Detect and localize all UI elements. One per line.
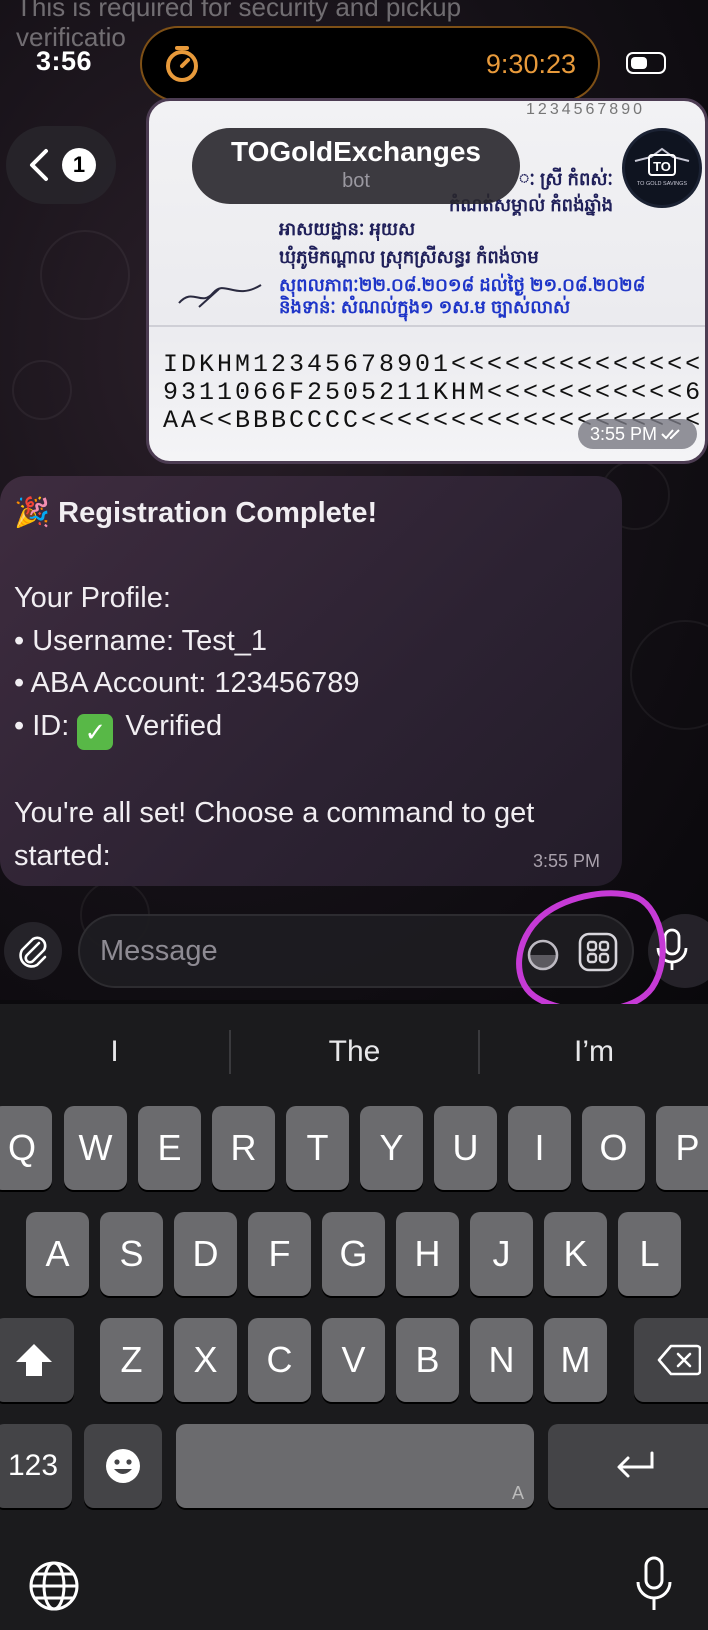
- check-mark-icon: ✓: [77, 713, 114, 750]
- globe-icon[interactable]: [28, 1560, 80, 1612]
- message-input-field[interactable]: [78, 914, 634, 988]
- avatar-text: TO: [653, 159, 671, 174]
- shift-arrow-icon: [16, 1344, 52, 1376]
- backspace-key[interactable]: [634, 1318, 708, 1402]
- key-l[interactable]: L: [618, 1212, 681, 1296]
- suggestion-item[interactable]: I: [0, 1004, 229, 1100]
- id-card-divider: [149, 325, 705, 327]
- timestamp-text: 3:55 PM: [589, 423, 657, 444]
- stopwatch-icon: [166, 46, 198, 82]
- key-m[interactable]: M: [544, 1318, 607, 1402]
- chat-title-name: TOGoldExchanges: [231, 136, 481, 167]
- suggestion-item[interactable]: The: [231, 1004, 478, 1100]
- party-popper-icon: 🎉: [14, 497, 51, 529]
- bot-avatar[interactable]: TO TO GOLD SAVINGS: [622, 128, 702, 208]
- space-key-hint: A: [511, 1483, 524, 1503]
- id-prefix: • ID:: [14, 709, 70, 742]
- heading-text: Registration Complete!: [58, 497, 378, 529]
- id-status-line: • ID: ✓ Verified: [14, 705, 608, 750]
- chat-subtitle: bot: [342, 170, 370, 192]
- backspace-icon: [657, 1344, 701, 1376]
- message-input[interactable]: [100, 916, 500, 986]
- key-h[interactable]: H: [396, 1212, 459, 1296]
- key-b[interactable]: B: [396, 1318, 459, 1402]
- paperclip-icon: [19, 936, 47, 968]
- key-i[interactable]: I: [508, 1106, 571, 1190]
- keyboard: I The I’m Q W E R T Y U I O P A S D F G …: [0, 1004, 708, 1630]
- key-w[interactable]: W: [64, 1106, 127, 1190]
- dictation-microphone-icon[interactable]: [634, 1556, 674, 1612]
- timer-time: 9:30:23: [485, 49, 576, 79]
- double-check-icon: [661, 429, 680, 440]
- background-doodle: [12, 360, 72, 420]
- attach-button[interactable]: [4, 922, 62, 980]
- key-u[interactable]: U: [434, 1106, 497, 1190]
- avatar-subtext: TO GOLD SAVINGS: [637, 181, 688, 187]
- emoji-key[interactable]: [84, 1424, 162, 1508]
- suggestion-item[interactable]: I’m: [480, 1004, 708, 1100]
- shift-key[interactable]: [0, 1318, 74, 1402]
- live-activity-timer[interactable]: 9:30:23: [140, 26, 600, 102]
- key-y[interactable]: Y: [360, 1106, 423, 1190]
- logo-icon: TO TO GOLD SAVINGS: [634, 147, 690, 187]
- key-k[interactable]: K: [544, 1212, 607, 1296]
- closing-line: started:: [14, 839, 111, 872]
- key-e[interactable]: E: [138, 1106, 201, 1190]
- key-c[interactable]: C: [248, 1318, 311, 1402]
- chevron-left-icon: [30, 149, 48, 181]
- id-card-text: អាសយដ្ឋានៈ អុយស: [279, 219, 416, 239]
- back-button[interactable]: 1: [6, 126, 116, 204]
- background-doodle: [630, 620, 708, 730]
- message-composer: [0, 900, 708, 1004]
- previous-message-line: This is required for security and pickup: [16, 0, 462, 22]
- key-o[interactable]: O: [582, 1106, 645, 1190]
- bot-message: 🎉 Registration Complete! Your Profile: •…: [0, 476, 622, 886]
- suggestion-bar: I The I’m: [0, 1004, 708, 1100]
- message-timestamp: 3:55 PM: [577, 419, 697, 449]
- key-d[interactable]: D: [174, 1212, 237, 1296]
- message-heading: 🎉 Registration Complete!: [14, 492, 608, 535]
- id-card-text: និងទាន់ៈ សំណល់ក្នុង១ ១ស.ម ច្បាស់លាស់: [279, 297, 571, 317]
- closing-line: You're all set! Choose a command to get: [14, 797, 535, 829]
- key-j[interactable]: J: [470, 1212, 533, 1296]
- mrz-line: IDKHM12345678901<<<<<<<<<<<<<<: [163, 350, 704, 379]
- unread-count-badge: 1: [62, 148, 96, 182]
- status-bar-time: 3:56: [36, 46, 93, 76]
- mrz-line: 9311066F2505211KHM<<<<<<<<<<<6: [163, 378, 704, 407]
- numbers-key[interactable]: 123: [0, 1424, 72, 1508]
- background-doodle: [40, 230, 130, 320]
- key-r[interactable]: R: [212, 1106, 275, 1190]
- key-g[interactable]: G: [322, 1212, 385, 1296]
- key-q[interactable]: Q: [0, 1106, 52, 1190]
- key-s[interactable]: S: [100, 1212, 163, 1296]
- id-card-number: 1234567890: [526, 101, 645, 118]
- id-status: Verified: [125, 709, 223, 742]
- battery-icon: [626, 52, 666, 74]
- emoji-icon: [106, 1449, 140, 1483]
- voice-record-button[interactable]: [648, 914, 708, 988]
- profile-label: Your Profile:: [14, 582, 171, 614]
- username-line: • Username: Test_1: [14, 624, 268, 657]
- sticker-icon[interactable]: [526, 938, 560, 972]
- key-p[interactable]: P: [656, 1106, 708, 1190]
- key-v[interactable]: V: [322, 1318, 385, 1402]
- return-key[interactable]: [548, 1424, 708, 1508]
- id-card-text: ឃុំភូមិ​កណ្តាល ស្រុកស្រីសន្ធរ កំពង់ចាម: [279, 247, 539, 267]
- key-z[interactable]: Z: [100, 1318, 163, 1402]
- microphone-icon: [656, 928, 688, 970]
- bot-commands-icon[interactable]: [576, 930, 620, 974]
- chat-title[interactable]: TOGoldExchanges bot: [192, 128, 520, 204]
- message-timestamp: 3:55 PM: [532, 851, 600, 871]
- signature-image: [178, 284, 262, 308]
- key-n[interactable]: N: [470, 1318, 533, 1402]
- key-x[interactable]: X: [174, 1318, 237, 1402]
- key-a[interactable]: A: [26, 1212, 89, 1296]
- aba-account-line: • ABA Account: 123456789: [14, 667, 360, 699]
- id-card-text: ៈ ស្រី កំពស់ៈ: [519, 169, 614, 189]
- key-f[interactable]: F: [248, 1212, 311, 1296]
- space-key[interactable]: A: [176, 1424, 534, 1508]
- return-arrow-icon: [617, 1451, 654, 1478]
- key-t[interactable]: T: [286, 1106, 349, 1190]
